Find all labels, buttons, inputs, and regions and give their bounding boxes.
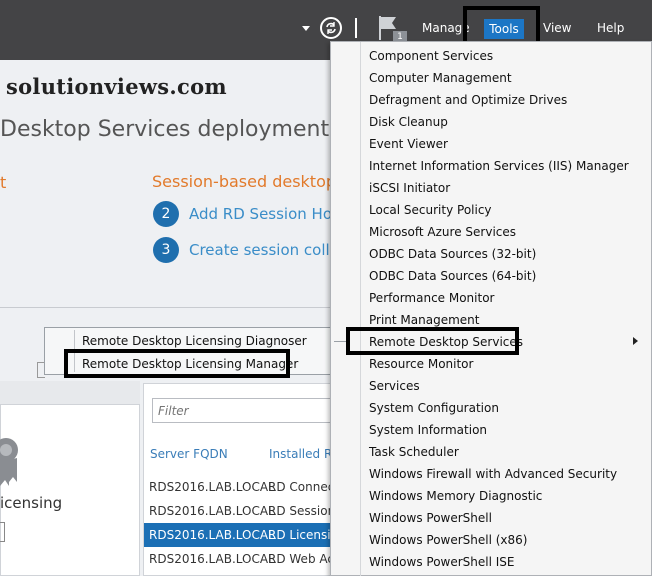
menu-item-defragment[interactable]: Defragment and Optimize Drives xyxy=(369,89,567,111)
highlight-frame-remote-desktop-services xyxy=(346,327,519,355)
menu-item-azure-services[interactable]: Microsoft Azure Services xyxy=(369,221,516,243)
section-title-fragment: t xyxy=(0,173,7,192)
table-row[interactable]: RDS2016.LAB.LOCAL RD Session xyxy=(144,499,336,523)
page-title: Desktop Services deployment xyxy=(0,117,330,142)
menu-item-memory-diagnostic[interactable]: Windows Memory Diagnostic xyxy=(369,485,542,507)
menu-item-odbc-64[interactable]: ODBC Data Sources (64-bit) xyxy=(369,265,536,287)
panel-control xyxy=(0,522,5,542)
menu-item-task-scheduler[interactable]: Task Scheduler xyxy=(369,441,459,463)
column-header-server-fqdn[interactable]: Server FQDN xyxy=(150,447,228,461)
menu-item-powershell-ise[interactable]: Windows PowerShell ISE xyxy=(369,551,515,573)
menu-item-system-information[interactable]: System Information xyxy=(369,419,487,441)
menu-item-iscsi-initiator[interactable]: iSCSI Initiator xyxy=(369,177,450,199)
cell-server-fqdn: RDS2016.LAB.LOCAL xyxy=(149,528,275,542)
menu-item-windows-firewall[interactable]: Windows Firewall with Advanced Security xyxy=(369,463,617,485)
menu-item-local-security-policy[interactable]: Local Security Policy xyxy=(369,199,492,221)
menu-item-iis-manager[interactable]: Internet Information Services (IIS) Mana… xyxy=(369,155,629,177)
table-row-selected[interactable]: RDS2016.LAB.LOCAL RD Licensin xyxy=(144,523,338,547)
menu-item-event-viewer[interactable]: Event Viewer xyxy=(369,133,448,155)
cell-installed-role: RD Connect xyxy=(268,480,340,494)
cell-installed-role: RD Licensin xyxy=(268,528,339,542)
menu-view[interactable]: View xyxy=(543,21,571,35)
step-badge: 2 xyxy=(153,201,179,227)
watermark: solutionviews.com xyxy=(6,74,227,99)
divider xyxy=(0,307,340,308)
menu-item-services[interactable]: Services xyxy=(369,375,420,397)
cell-server-fqdn: RDS2016.LAB.LOCAL xyxy=(149,480,275,494)
menu-item-performance-monitor[interactable]: Performance Monitor xyxy=(369,287,494,309)
section-title: Session-based desktop xyxy=(152,172,337,191)
certificate-ribbon-icon xyxy=(0,436,20,488)
menu-item-licensing-diagnoser[interactable]: Remote Desktop Licensing Diagnoser xyxy=(82,334,307,348)
cell-server-fqdn: RDS2016.LAB.LOCAL xyxy=(149,504,275,518)
table-row[interactable]: RDS2016.LAB.LOCAL RD Web Acc xyxy=(144,547,341,571)
menu-item-powershell-x86[interactable]: Windows PowerShell (x86) xyxy=(369,529,527,551)
column-header-installed-role[interactable]: Installed Ro xyxy=(269,447,339,461)
menu-connector xyxy=(334,341,346,342)
left-panel xyxy=(0,381,140,576)
submenu-arrow-icon xyxy=(633,337,638,345)
toolbar-separator xyxy=(355,18,357,38)
filter-input[interactable] xyxy=(152,398,334,423)
menu-gutter xyxy=(360,42,361,576)
step-link-add-rd-session-host[interactable]: Add RD Session Hos xyxy=(189,205,340,223)
menu-item-odbc-32[interactable]: ODBC Data Sources (32-bit) xyxy=(369,243,536,265)
cell-server-fqdn: RDS2016.LAB.LOCAL xyxy=(149,552,275,566)
left-panel-header xyxy=(0,381,140,405)
chevron-down-icon[interactable] xyxy=(302,26,310,31)
cell-installed-role: RD Session xyxy=(268,504,336,518)
step-badge: 3 xyxy=(153,237,179,263)
menu-item-system-configuration[interactable]: System Configuration xyxy=(369,397,499,419)
step-link-create-session-collection[interactable]: Create session colle xyxy=(189,241,339,259)
refresh-icon[interactable] xyxy=(320,17,342,39)
menu-item-computer-management[interactable]: Computer Management xyxy=(369,67,512,89)
menu-item-disk-cleanup[interactable]: Disk Cleanup xyxy=(369,111,448,133)
role-label: icensing xyxy=(0,494,63,512)
table-row[interactable]: RDS2016.LAB.LOCAL RD Connect xyxy=(144,475,339,499)
menu-item-powershell[interactable]: Windows PowerShell xyxy=(369,507,492,529)
menu-item-resource-monitor[interactable]: Resource Monitor xyxy=(369,353,473,375)
highlight-frame-licensing-manager xyxy=(64,349,290,378)
menu-help[interactable]: Help xyxy=(597,21,624,35)
menu-item-component-services[interactable]: Component Services xyxy=(369,45,493,67)
